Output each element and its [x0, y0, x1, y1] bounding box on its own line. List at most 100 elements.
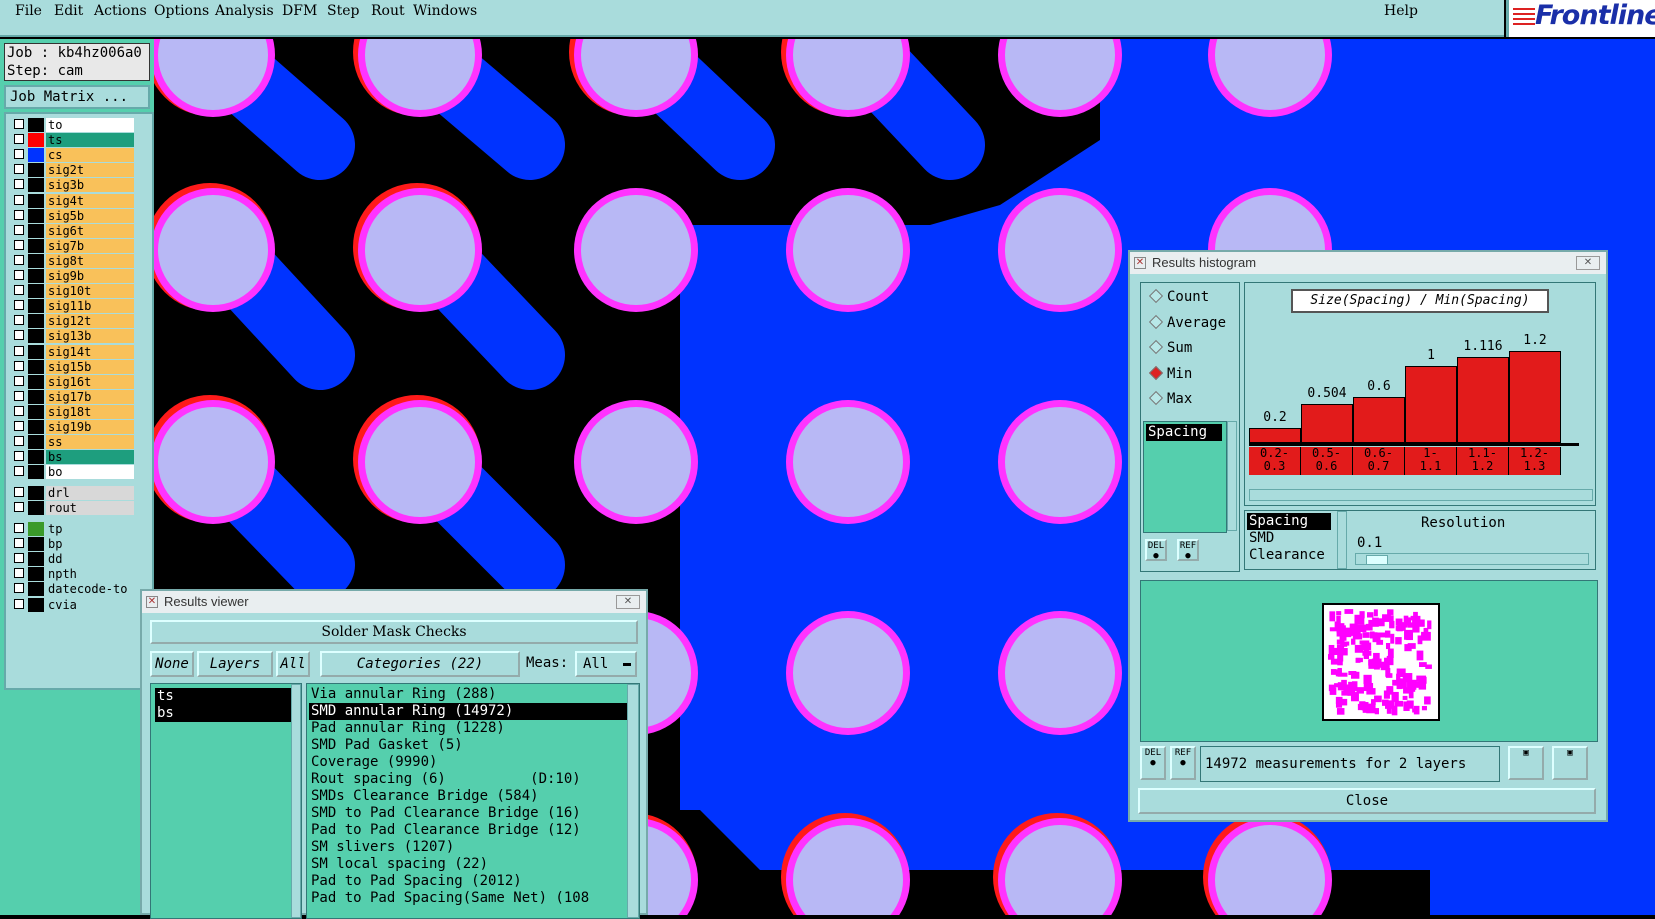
- layer-row-sig4t[interactable]: sig4t: [12, 193, 146, 208]
- radio-min[interactable]: Min: [1148, 364, 1192, 384]
- category-list-item[interactable]: Pad to Pad Spacing (2012): [309, 873, 627, 890]
- layer-color-swatch[interactable]: [28, 253, 44, 268]
- layer-row-datecode-to[interactable]: datecode-to: [12, 582, 146, 597]
- layer-row-sig2t[interactable]: sig2t: [12, 163, 146, 178]
- layer-checkbox[interactable]: [14, 390, 24, 401]
- layer-color-swatch[interactable]: [28, 420, 44, 434]
- layer-color-swatch[interactable]: [28, 178, 44, 193]
- layer-row-bs[interactable]: bs: [12, 450, 146, 465]
- category-list-item[interactable]: SM local spacing (22): [309, 856, 627, 873]
- layer-row-drl[interactable]: drl: [12, 486, 146, 500]
- type-list-item[interactable]: Spacing: [1247, 513, 1331, 530]
- category-list-item[interactable]: SMDs Clearance Bridge (584): [309, 788, 627, 805]
- meas-select[interactable]: All: [575, 651, 637, 677]
- ref-button[interactable]: REF ●: [1177, 539, 1199, 561]
- layer-name[interactable]: drl: [46, 486, 134, 500]
- layer-checkbox[interactable]: [14, 119, 24, 129]
- layer-color-swatch[interactable]: [28, 148, 44, 163]
- layer-name[interactable]: bo: [46, 465, 134, 480]
- layer-checkbox[interactable]: [14, 134, 24, 145]
- layer-color-swatch[interactable]: [28, 344, 44, 359]
- import-icon[interactable]: ▣: [1552, 746, 1588, 780]
- layer-checkbox[interactable]: [14, 315, 24, 326]
- layer-row-cvia[interactable]: cvia: [12, 597, 146, 612]
- close-icon[interactable]: ✕: [1576, 256, 1600, 270]
- category-list-item[interactable]: Pad annular Ring (1228): [309, 720, 627, 737]
- layer-color-swatch[interactable]: [28, 269, 44, 283]
- layer-checkbox[interactable]: [14, 330, 24, 341]
- category-list-item[interactable]: Rout spacing (6) (D:10): [309, 771, 627, 788]
- layer-name[interactable]: sig13b: [46, 329, 134, 344]
- layer-color-swatch[interactable]: [28, 163, 44, 178]
- layer-name[interactable]: sig9b: [46, 269, 134, 283]
- menu-options[interactable]: Options: [154, 3, 209, 19]
- layer-color-swatch[interactable]: [28, 537, 44, 552]
- radio-sum[interactable]: Sum: [1148, 338, 1192, 358]
- layer-row-tp[interactable]: tp: [12, 522, 146, 536]
- layer-row-sig6t[interactable]: sig6t: [12, 223, 146, 238]
- layer-row-sig13b[interactable]: sig13b: [12, 329, 146, 344]
- layer-checkbox[interactable]: [14, 179, 24, 190]
- menu-actions[interactable]: Actions: [94, 3, 147, 19]
- layer-row-dd[interactable]: dd: [12, 552, 146, 567]
- layer-name[interactable]: rout: [46, 501, 134, 516]
- layer-name[interactable]: sig8t: [46, 253, 134, 268]
- layer-checkbox[interactable]: [14, 285, 24, 296]
- layer-color-swatch[interactable]: [28, 359, 44, 374]
- layer-checkbox[interactable]: [14, 487, 24, 497]
- measure-list-item[interactable]: Spacing: [1146, 424, 1222, 441]
- none-button[interactable]: None: [150, 651, 194, 677]
- menu-rout[interactable]: Rout: [371, 3, 405, 19]
- layer-name[interactable]: sig16t: [46, 374, 134, 389]
- layer-checkbox[interactable]: [14, 466, 24, 477]
- layer-name[interactable]: sig7b: [46, 238, 134, 253]
- layer-row-to[interactable]: to: [12, 118, 146, 132]
- layer-color-swatch[interactable]: [28, 329, 44, 344]
- layer-name[interactable]: sig4t: [46, 193, 134, 208]
- category-list-item[interactable]: SMD to Pad Clearance Bridge (16): [309, 805, 627, 822]
- type-list-item[interactable]: Clearance: [1247, 547, 1331, 564]
- layer-color-swatch[interactable]: [28, 389, 44, 404]
- layer-name[interactable]: sig19b: [46, 420, 134, 434]
- layer-name[interactable]: sig5b: [46, 208, 134, 223]
- layer-checkbox[interactable]: [14, 421, 24, 431]
- measure-scrollbar[interactable]: [1227, 421, 1237, 531]
- layer-color-swatch[interactable]: [28, 450, 44, 465]
- layer-row-npth[interactable]: npth: [12, 567, 146, 582]
- type-scrollbar[interactable]: [1337, 511, 1347, 569]
- export-icon[interactable]: ▣: [1508, 746, 1544, 780]
- layer-color-swatch[interactable]: [28, 552, 44, 567]
- layer-color-swatch[interactable]: [28, 223, 44, 238]
- layer-row-sig11b[interactable]: sig11b: [12, 299, 146, 314]
- layer-row-cs[interactable]: cs: [12, 148, 146, 163]
- layer-color-swatch[interactable]: [28, 582, 44, 597]
- histogram-bar[interactable]: [1509, 350, 1561, 443]
- layer-row-sig8t[interactable]: sig8t: [12, 253, 146, 268]
- layer-checkbox[interactable]: [14, 523, 24, 533]
- category-list-item[interactable]: Pad to Pad Spacing(Same Net) (108: [309, 890, 627, 907]
- category-list-item[interactable]: SMD Pad Gasket (5): [309, 737, 627, 754]
- layer-color-swatch[interactable]: [28, 486, 44, 500]
- histogram-bar[interactable]: [1301, 404, 1353, 443]
- close-icon[interactable]: ✕: [616, 595, 640, 609]
- layer-checkbox[interactable]: [14, 239, 24, 250]
- layer-checkbox[interactable]: [14, 538, 24, 549]
- category-list-item[interactable]: Pad to Pad Clearance Bridge (12): [309, 822, 627, 839]
- chart-scrollbar[interactable]: [1249, 489, 1593, 501]
- category-list-item[interactable]: Via annular Ring (288): [309, 686, 627, 703]
- layer-checkbox[interactable]: [14, 194, 24, 205]
- all-button[interactable]: All: [276, 651, 310, 677]
- layer-row-sig9b[interactable]: sig9b: [12, 269, 146, 283]
- layer-checkbox[interactable]: [14, 345, 24, 356]
- layer-color-swatch[interactable]: [28, 118, 44, 132]
- layer-color-swatch[interactable]: [28, 208, 44, 223]
- layer-checkbox[interactable]: [14, 164, 24, 175]
- layer-checkbox[interactable]: [14, 502, 24, 513]
- menu-edit[interactable]: Edit: [54, 3, 83, 19]
- layer-color-swatch[interactable]: [28, 284, 44, 299]
- radio-count[interactable]: Count: [1148, 287, 1209, 307]
- layer-color-swatch[interactable]: [28, 501, 44, 516]
- layer-list-item[interactable]: ts: [155, 688, 291, 705]
- menu-help[interactable]: Help: [1384, 3, 1418, 19]
- layer-checkbox[interactable]: [14, 436, 24, 447]
